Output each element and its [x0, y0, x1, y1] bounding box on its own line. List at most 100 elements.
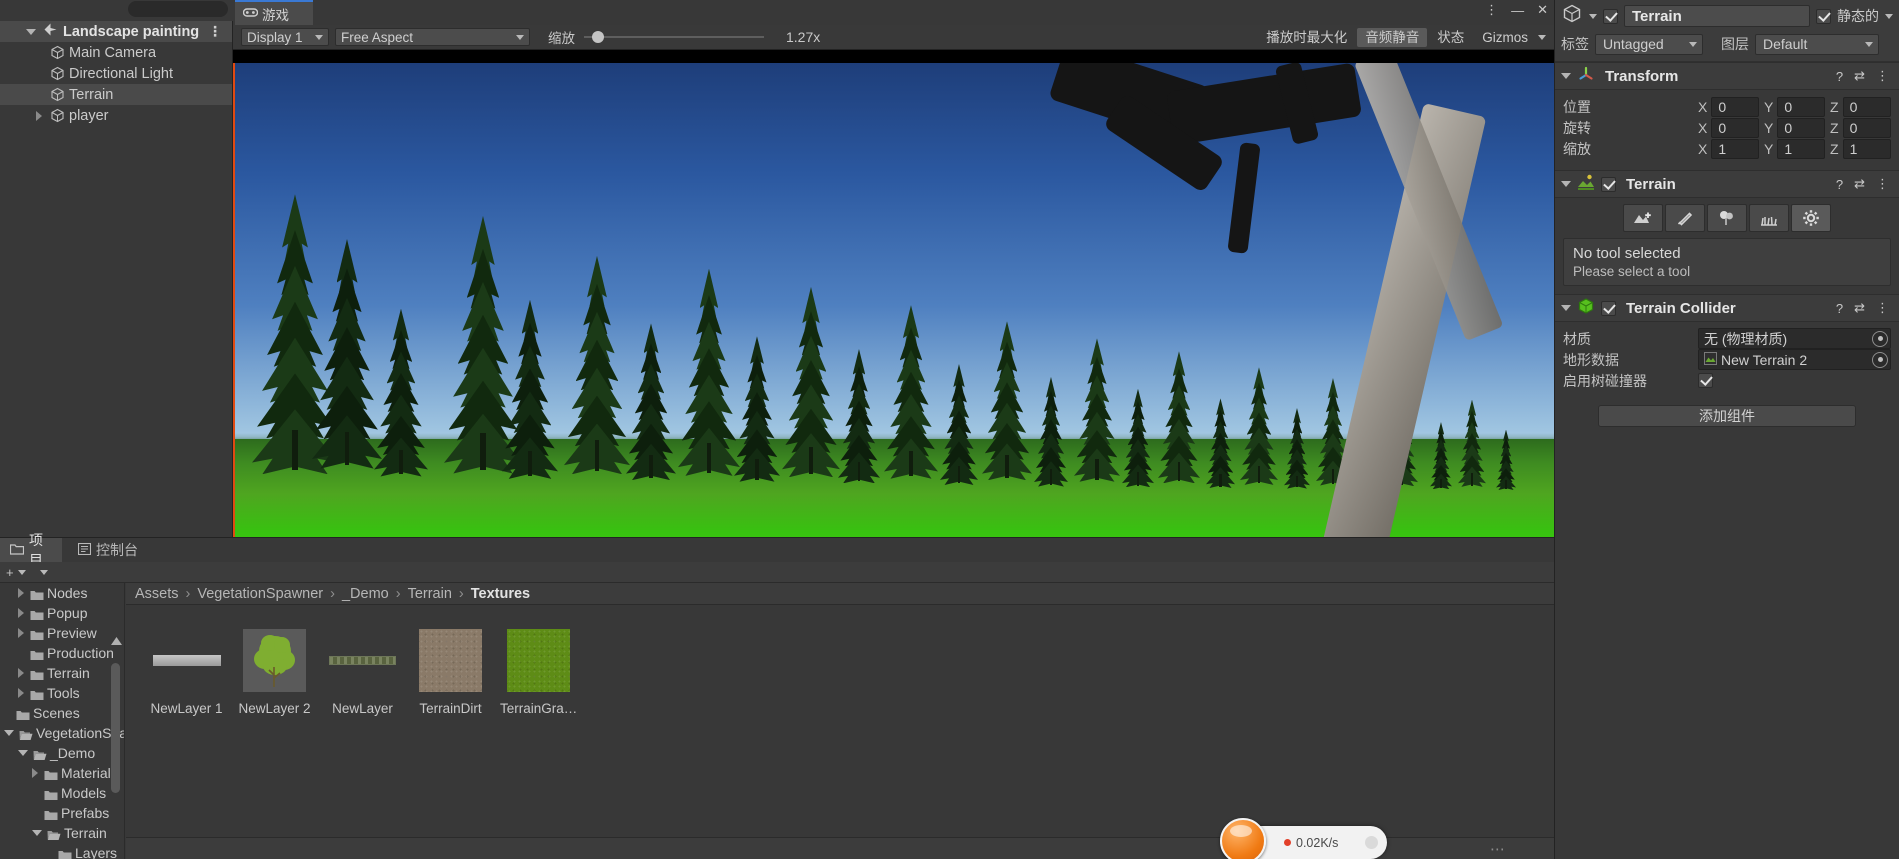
display-dropdown[interactable]: Display 1: [241, 28, 329, 46]
expand-arrow-icon[interactable]: [18, 588, 24, 598]
hierarchy-item-player[interactable]: player: [0, 105, 232, 126]
hierarchy-search-input[interactable]: [128, 1, 228, 17]
help-icon[interactable]: ?: [1836, 301, 1843, 316]
project-tree-item[interactable]: Tools: [0, 683, 124, 703]
axis-z-input[interactable]: 0: [1842, 117, 1891, 138]
asset-item[interactable]: NewLayer: [324, 627, 401, 716]
project-tree-scroll-up-arrow[interactable]: [110, 633, 123, 651]
maximize-on-play-button[interactable]: 播放时最大化: [1258, 28, 1355, 47]
prefab-chevron-icon[interactable]: [1589, 13, 1597, 19]
tab-project[interactable]: 项目: [0, 532, 62, 568]
expand-triangle-icon[interactable]: [4, 730, 14, 736]
tab-game[interactable]: 游戏: [235, 0, 313, 25]
component-transform-header[interactable]: Transform ? ⇄ ⋮: [1555, 62, 1899, 90]
close-icon[interactable]: [1365, 836, 1378, 849]
project-tree-item[interactable]: Models: [0, 783, 124, 803]
project-tree-scrollbar[interactable]: [111, 663, 120, 793]
project-tree-item[interactable]: Layers: [0, 843, 124, 859]
paint-trees-tool[interactable]: [1707, 204, 1747, 232]
aspect-dropdown[interactable]: Free Aspect: [335, 28, 530, 46]
material-object-field[interactable]: 无 (物理材质): [1698, 328, 1891, 349]
axis-y-input[interactable]: 1: [1777, 138, 1825, 159]
stats-button[interactable]: 状态: [1429, 28, 1472, 47]
tag-dropdown[interactable]: Untagged: [1595, 33, 1703, 55]
axis-z-input[interactable]: 1: [1842, 138, 1891, 159]
object-name-field[interactable]: Terrain: [1624, 5, 1810, 27]
expand-arrow-icon[interactable]: [32, 768, 38, 778]
project-tree-item[interactable]: Popup: [0, 603, 124, 623]
terrain-enabled-checkbox[interactable]: [1601, 176, 1616, 192]
breadcrumb-item-textures[interactable]: Textures: [471, 586, 530, 602]
project-tree-item[interactable]: Terrain: [0, 823, 124, 843]
expand-arrow-icon[interactable]: [18, 668, 24, 678]
object-picker-icon[interactable]: [1872, 330, 1888, 347]
project-tree-item[interactable]: Preview: [0, 623, 124, 643]
tree-collider-checkbox[interactable]: [1698, 373, 1713, 388]
kebab-menu-icon[interactable]: ⋮: [1876, 68, 1889, 84]
asset-item[interactable]: NewLayer 2: [236, 627, 313, 716]
preset-icon[interactable]: ⇄: [1854, 176, 1865, 192]
help-icon[interactable]: ?: [1836, 177, 1843, 192]
project-tree-item[interactable]: Materials: [0, 763, 124, 783]
preset-icon[interactable]: ⇄: [1854, 300, 1865, 316]
axis-z-input[interactable]: 0: [1842, 96, 1891, 117]
breadcrumb-item-terrain[interactable]: Terrain: [408, 586, 452, 602]
project-tree-item[interactable]: Scenes: [0, 703, 124, 723]
kebab-menu-icon[interactable]: ⋮: [1876, 176, 1889, 192]
project-tree-item[interactable]: Terrain: [0, 663, 124, 683]
expand-arrow-icon[interactable]: [18, 688, 24, 698]
axis-y-input[interactable]: 0: [1777, 117, 1825, 138]
hierarchy-item-terrain[interactable]: Terrain: [0, 84, 232, 105]
expand-arrow-icon[interactable]: [18, 628, 24, 638]
axis-x-input[interactable]: 0: [1711, 117, 1759, 138]
chevron-down-icon[interactable]: [1538, 34, 1546, 40]
component-terrain-collider-header[interactable]: Terrain Collider ? ⇄ ⋮: [1555, 294, 1899, 322]
expand-triangle-icon[interactable]: [1561, 73, 1571, 79]
asset-item[interactable]: NewLayer 1: [148, 627, 225, 716]
object-enabled-checkbox[interactable]: [1603, 8, 1618, 24]
static-checkbox[interactable]: [1816, 8, 1831, 24]
window-menu-icon[interactable]: ⋮: [1485, 2, 1498, 18]
breadcrumb-item-assets[interactable]: Assets: [135, 586, 179, 602]
terrain-settings-tool[interactable]: [1791, 204, 1831, 232]
expand-arrow-icon[interactable]: [36, 110, 42, 121]
expand-triangle-icon[interactable]: [1561, 305, 1571, 311]
project-tree-item[interactable]: _Demo: [0, 743, 124, 763]
expand-triangle-icon[interactable]: [26, 28, 36, 35]
collider-enabled-checkbox[interactable]: [1601, 300, 1616, 316]
window-close-icon[interactable]: ✕: [1537, 2, 1548, 18]
floating-assistant-ball[interactable]: [1220, 818, 1266, 859]
paint-texture-tool[interactable]: [1665, 204, 1705, 232]
expand-triangle-icon[interactable]: [1561, 181, 1571, 187]
axis-x-input[interactable]: 1: [1711, 138, 1759, 159]
hierarchy-root-item[interactable]: Landscape painting ⋮: [0, 21, 232, 42]
hierarchy-item-directional-light[interactable]: Directional Light: [0, 63, 232, 84]
static-chevron-down-icon[interactable]: [1885, 13, 1893, 19]
project-tree-item[interactable]: VegetationSpawner: [0, 723, 124, 743]
window-minimize-icon[interactable]: ―: [1511, 3, 1524, 18]
axis-y-input[interactable]: 0: [1777, 96, 1825, 117]
add-component-button[interactable]: 添加组件: [1598, 405, 1856, 427]
asset-item[interactable]: TerrainDirt: [412, 627, 489, 716]
help-icon[interactable]: ?: [1836, 69, 1843, 84]
breadcrumb-item--demo[interactable]: _Demo: [342, 586, 389, 602]
project-tree-item[interactable]: Prefabs: [0, 803, 124, 823]
paint-details-tool[interactable]: [1749, 204, 1789, 232]
preset-icon[interactable]: ⇄: [1854, 68, 1865, 84]
expand-arrow-icon[interactable]: [18, 608, 24, 618]
project-filter-chevron-icon[interactable]: [39, 569, 48, 575]
breadcrumb-item-vegetationspawner[interactable]: VegetationSpawner: [197, 586, 323, 602]
expand-triangle-icon[interactable]: [18, 750, 28, 756]
kebab-menu-icon[interactable]: ⋮: [208, 23, 222, 40]
expand-triangle-icon[interactable]: [32, 830, 42, 836]
project-tree-item[interactable]: Nodes: [0, 583, 124, 603]
terrain-data-object-field[interactable]: New Terrain 2: [1698, 349, 1891, 370]
axis-x-input[interactable]: 0: [1711, 96, 1759, 117]
layer-dropdown[interactable]: Default: [1755, 33, 1879, 55]
gizmos-dropdown[interactable]: Gizmos: [1474, 28, 1536, 47]
tab-console[interactable]: 控制台: [64, 538, 152, 562]
project-create-dropdown[interactable]: +: [6, 565, 26, 580]
object-picker-icon[interactable]: [1872, 351, 1888, 368]
asset-item[interactable]: TerrainGra…: [500, 627, 577, 716]
component-terrain-header[interactable]: Terrain ? ⇄ ⋮: [1555, 170, 1899, 198]
